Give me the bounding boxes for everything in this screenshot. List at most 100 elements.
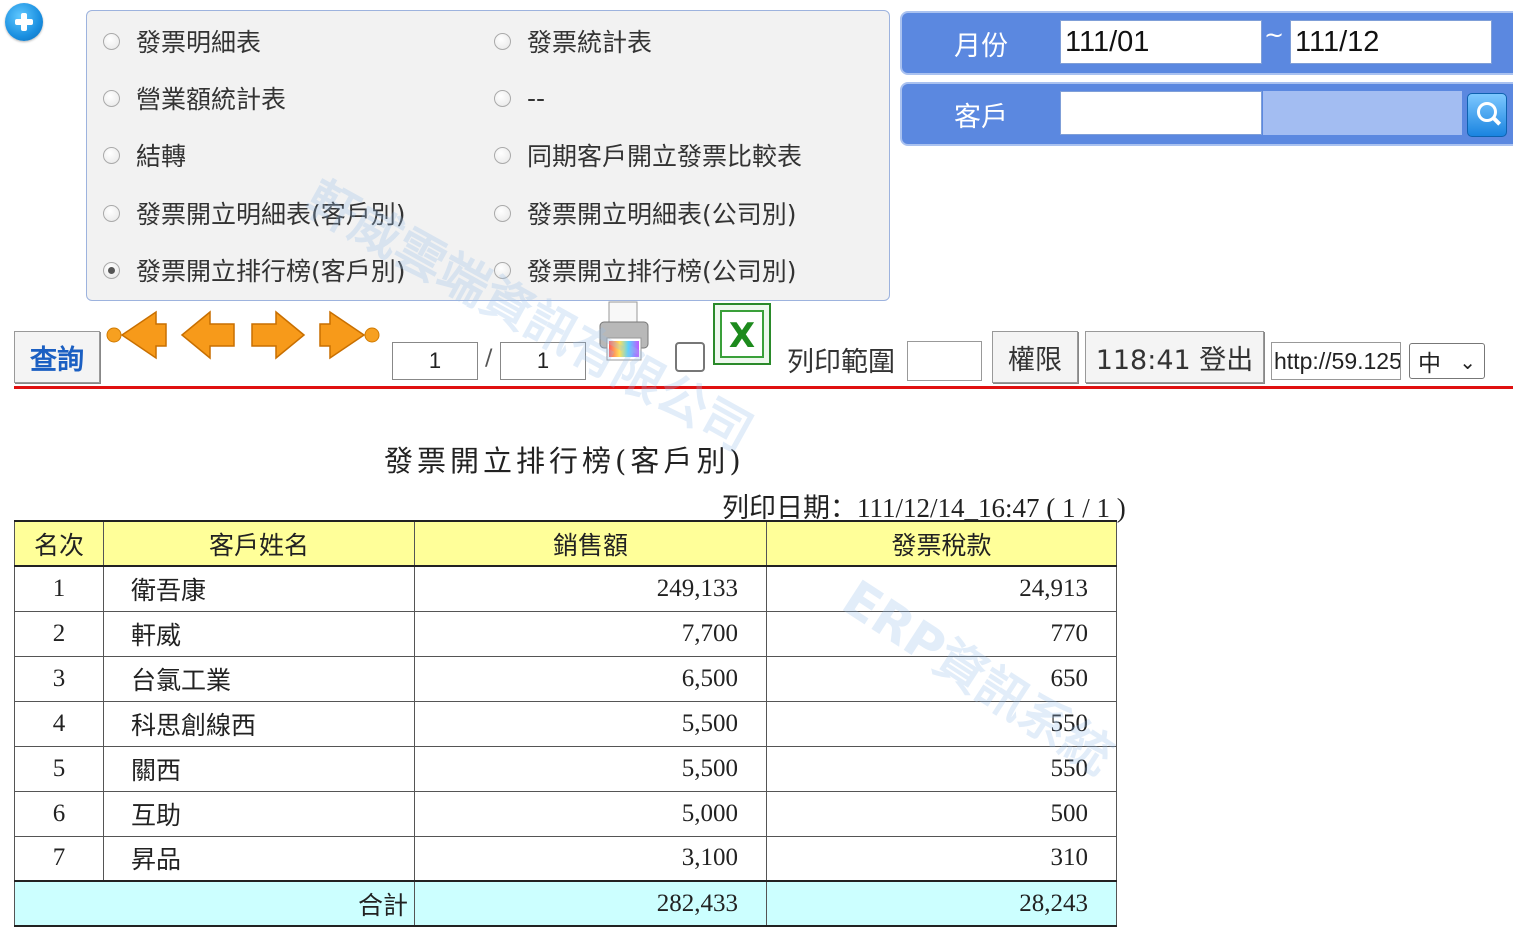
next-page-icon[interactable]	[250, 306, 306, 364]
option-label: 發票開立排行榜(公司別)	[527, 257, 797, 286]
report-option-invoice-stats[interactable]: 發票統計表	[494, 26, 653, 57]
column-header-tax: 發票稅款	[766, 520, 1117, 567]
logout-button[interactable]: 118:41 登出	[1085, 331, 1264, 383]
permission-button[interactable]: 權限	[992, 331, 1078, 383]
sales-cell: 5,500	[414, 700, 767, 747]
report-options-panel: 發票明細表 發票統計表 營業額統計表 -- 結轉 同期客戶開立發票比較表 發票開…	[86, 10, 890, 301]
option-label: 發票明細表	[136, 28, 262, 57]
table-row: 3 台氯工業 6,500 650	[14, 655, 1117, 702]
sales-cell: 249,133	[414, 565, 767, 612]
radio-button-selected[interactable]	[103, 261, 120, 279]
table-row: 5 關西 5,500 550	[14, 745, 1117, 792]
rank-cell: 3	[14, 655, 104, 702]
radio-button[interactable]	[494, 261, 511, 279]
report-option-carry-over[interactable]: 結轉	[103, 140, 187, 171]
month-from-input[interactable]: 111/01	[1060, 20, 1262, 64]
option-label: 發票開立明細表(公司別)	[527, 200, 797, 229]
customer-code-input[interactable]	[1060, 91, 1262, 135]
sales-cell: 7,700	[414, 610, 767, 657]
option-label: 結轉	[136, 142, 187, 171]
option-label: --	[527, 83, 546, 113]
sales-cell: 5,000	[414, 790, 767, 837]
column-header-sales: 銷售額	[414, 520, 767, 567]
language-value: 中	[1418, 351, 1441, 377]
radio-button[interactable]	[103, 89, 120, 107]
ranking-table: 名次 客戶姓名 銷售額 發票稅款 1 衛吾康 249,133 24,913 2 …	[14, 520, 1117, 927]
previous-page-icon[interactable]	[180, 306, 236, 364]
option-label: 發票開立明細表(客戶別)	[136, 200, 406, 229]
radio-button[interactable]	[494, 32, 511, 50]
customer-cell: 昇品	[103, 835, 415, 882]
query-button[interactable]: 查詢	[14, 331, 100, 383]
month-filter-row: 月份 111/01 ~ 111/12	[900, 11, 1513, 75]
customer-cell: 軒威	[103, 610, 415, 657]
rank-cell: 5	[14, 745, 104, 792]
total-pages-field: 1	[500, 342, 586, 380]
month-to-input[interactable]: 111/12	[1290, 20, 1492, 64]
tax-cell: 550	[766, 745, 1117, 792]
divider	[14, 386, 1513, 389]
customer-cell: 科思創線西	[103, 700, 415, 747]
report-option-detail-by-company[interactable]: 發票開立明細表(公司別)	[494, 198, 797, 229]
sales-cell: 5,500	[414, 745, 767, 792]
tax-cell: 550	[766, 700, 1117, 747]
table-row: 7 昇品 3,100 310	[14, 835, 1117, 882]
add-icon[interactable]	[5, 3, 43, 41]
rank-cell: 7	[14, 835, 104, 882]
svg-text:X: X	[729, 316, 755, 356]
excel-icon[interactable]: X	[713, 303, 771, 365]
report-option-invoice-detail[interactable]: 發票明細表	[103, 26, 262, 57]
last-page-icon[interactable]	[318, 306, 382, 364]
customer-cell: 衛吾康	[103, 565, 415, 612]
sales-cell: 6,500	[414, 655, 767, 702]
radio-button[interactable]	[494, 204, 511, 222]
total-sales-cell: 282,433	[414, 880, 767, 927]
radio-button[interactable]	[103, 32, 120, 50]
report-option-ranking-by-customer[interactable]: 發票開立排行榜(客戶別)	[103, 255, 406, 286]
report-title: 發票開立排行榜(客戶別)	[384, 444, 745, 478]
customer-cell: 互助	[103, 790, 415, 837]
printer-icon[interactable]	[597, 300, 651, 368]
option-label: 營業額統計表	[136, 85, 287, 114]
customer-cell: 關西	[103, 745, 415, 792]
range-tilde: ~	[1264, 21, 1285, 49]
report-option-detail-by-customer[interactable]: 發票開立明細表(客戶別)	[103, 198, 406, 229]
chevron-down-icon: ⌄	[1459, 350, 1476, 374]
option-label: 同期客戶開立發票比較表	[527, 142, 803, 171]
radio-button[interactable]	[494, 89, 511, 107]
table-header-row: 名次 客戶姓名 銷售額 發票稅款	[14, 520, 1117, 567]
report-option-period-comparison[interactable]: 同期客戶開立發票比較表	[494, 140, 803, 171]
tax-cell: 310	[766, 835, 1117, 882]
search-icon[interactable]	[1467, 93, 1507, 137]
current-page-input[interactable]: 1	[392, 342, 478, 380]
sales-cell: 3,100	[414, 835, 767, 882]
radio-button[interactable]	[103, 204, 120, 222]
total-row: 合計 282,433 28,243	[14, 880, 1117, 927]
rank-cell: 2	[14, 610, 104, 657]
tax-cell: 500	[766, 790, 1117, 837]
report-option-blank[interactable]: --	[494, 83, 545, 113]
print-range-label: 列印範圍	[787, 347, 895, 378]
page-separator: /	[485, 346, 493, 371]
table-row: 6 互助 5,000 500	[14, 790, 1117, 837]
url-field[interactable]: http://59.125	[1271, 342, 1401, 380]
report-option-revenue-stats[interactable]: 營業額統計表	[103, 83, 287, 114]
first-page-icon[interactable]	[104, 306, 168, 364]
column-header-customer: 客戶姓名	[103, 520, 415, 567]
radio-button[interactable]	[494, 146, 511, 164]
print-range-input[interactable]	[907, 341, 982, 381]
language-select[interactable]: 中 ⌄	[1409, 343, 1485, 379]
month-label: 月份	[954, 30, 1008, 62]
option-label: 發票統計表	[527, 28, 653, 57]
tax-cell: 24,913	[766, 565, 1117, 612]
customer-label: 客戶	[954, 101, 1008, 133]
customer-name-field	[1263, 91, 1462, 135]
report-option-ranking-by-company[interactable]: 發票開立排行榜(公司別)	[494, 255, 797, 286]
option-label: 發票開立排行榜(客戶別)	[136, 257, 406, 286]
print-checkbox[interactable]	[675, 342, 705, 372]
table-row: 1 衛吾康 249,133 24,913	[14, 565, 1117, 612]
rank-cell: 1	[14, 565, 104, 612]
tax-cell: 770	[766, 610, 1117, 657]
radio-button[interactable]	[103, 146, 120, 164]
tax-cell: 650	[766, 655, 1117, 702]
